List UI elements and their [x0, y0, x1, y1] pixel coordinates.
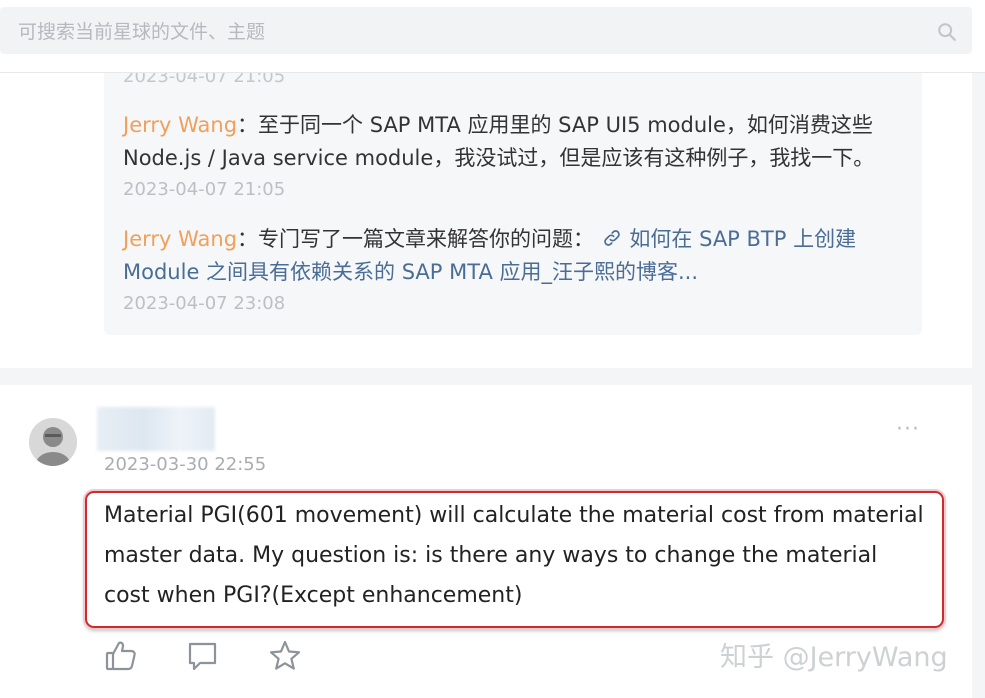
like-icon[interactable] — [104, 639, 138, 673]
reply-author[interactable]: Jerry Wang — [123, 113, 237, 137]
reply-timestamp: 2023-04-07 21:05 — [123, 73, 286, 87]
comment-icon[interactable] — [186, 639, 220, 673]
search-box[interactable] — [0, 7, 972, 54]
question-post-card: 2023-03-30 22:55 ··· Material PGI(601 mo… — [0, 385, 972, 698]
reply-timestamp: 2023-04-07 23:08 — [123, 293, 286, 314]
avatar[interactable] — [29, 418, 77, 466]
link-icon — [603, 230, 620, 246]
reply-timestamp: 2023-04-07 21:05 — [123, 179, 286, 200]
reply-list: 2023-04-07 21:05 Jerry Wang：至于同一个 SAP MT… — [104, 73, 922, 335]
avatar-image — [29, 418, 77, 466]
reply-separator: ： — [237, 227, 259, 251]
star-icon[interactable] — [268, 639, 302, 673]
post-timestamp: 2023-03-30 22:55 — [104, 454, 267, 475]
reply-item: Jerry Wang：至于同一个 SAP MTA 应用里的 SAP UI5 mo… — [123, 109, 913, 175]
question-highlight-box: Material PGI(601 movement) will calculat… — [85, 491, 944, 628]
question-text: Material PGI(601 movement) will calculat… — [104, 503, 924, 608]
search-input[interactable] — [16, 17, 900, 47]
reply-separator: ： — [237, 113, 259, 137]
reply-author[interactable]: Jerry Wang — [123, 227, 237, 251]
search-bar — [0, 0, 985, 73]
more-options-button[interactable]: ··· — [896, 419, 926, 443]
blurred-username — [97, 407, 215, 451]
reply-item: Jerry Wang：专门写了一篇文章来解答你的问题： 如何在 SAP BTP … — [123, 223, 913, 289]
comment-thread-card: 2023-04-07 21:05 Jerry Wang：至于同一个 SAP MT… — [0, 73, 972, 368]
search-icon[interactable] — [936, 21, 958, 43]
watermark: 知乎 @JerryWang — [720, 642, 948, 673]
reply-text: 专门写了一篇文章来解答你的问题： — [258, 227, 595, 251]
